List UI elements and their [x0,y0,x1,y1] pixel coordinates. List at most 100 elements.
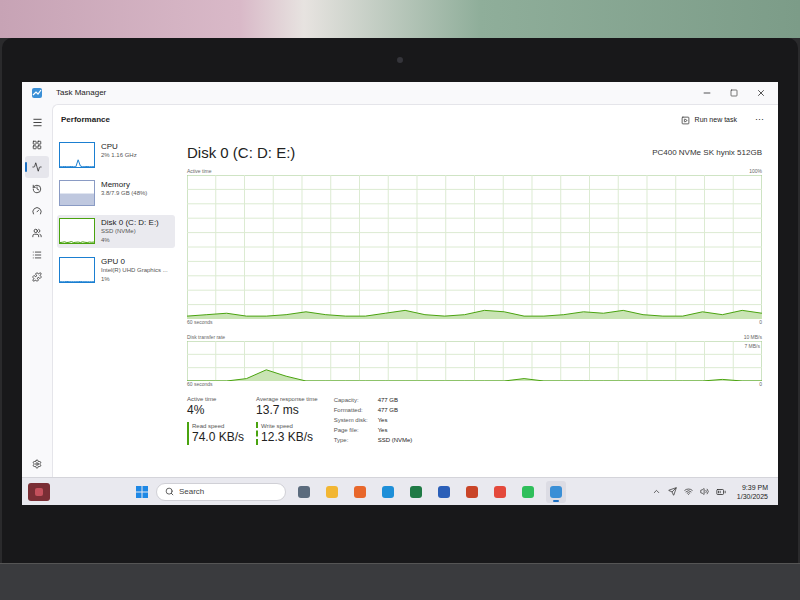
task-manager-icon [32,88,42,98]
transfer-rate-chart [187,341,762,381]
taskbar-app[interactable] [518,481,538,503]
widgets-button[interactable] [28,483,50,501]
stats-area: Active time4% Average response time13.7 m… [187,395,762,445]
nav-item[interactable] [25,244,49,266]
nav-item[interactable] [25,200,49,222]
stat-label: Active time [187,395,244,403]
app-icon [466,486,478,498]
taskbar-app[interactable] [294,481,314,503]
active-indicator [553,500,559,502]
nav-icon[interactable] [32,272,42,282]
title-bar: Task Manager [22,82,778,104]
stat-value: 13.7 ms [256,403,318,418]
nav-icon[interactable] [32,206,42,216]
app-icon [354,486,366,498]
more-button[interactable]: ··· [753,113,766,127]
taskbar-app[interactable] [434,481,454,503]
system-tray: 9:39 PM1/30/2025 [652,483,772,501]
fabric-background [0,0,800,38]
nav-icon[interactable] [32,140,42,150]
taskbar-app[interactable] [462,481,482,503]
close-icon[interactable] [756,88,766,98]
battery-icon[interactable] [716,487,726,497]
stat: Active time4% [187,395,244,419]
disk-title: Disk 0 (C: D: E:) [187,142,295,165]
speaker-icon[interactable] [700,487,709,496]
search-placeholder: Search [179,486,204,498]
app-icon [494,486,506,498]
stat-value: 74.0 KB/s [192,430,244,445]
top-bezel [22,38,778,82]
hamburger-icon[interactable] [32,117,43,128]
minimize-icon[interactable] [702,88,712,98]
property-value: 477 GB [378,405,413,415]
nav-icon[interactable] [32,228,42,238]
taskbar: Search 9:39 PM1/30/2025 [22,477,778,505]
nav-item[interactable] [25,178,49,200]
search-icon [165,487,174,496]
resource-value: 1% [101,275,168,284]
taskbar-app[interactable] [350,481,370,503]
stat-label: Average response time [256,395,318,403]
resource-thumbnail [59,257,95,283]
stats-grid: Active time4% Average response time13.7 m… [187,395,318,445]
property-label: Capacity: [334,395,368,405]
stat-label: Read speed [192,422,244,430]
time: 9:39 PM [742,483,768,492]
clock[interactable]: 9:39 PM1/30/2025 [737,483,768,501]
taskbar-app[interactable] [406,481,426,503]
resource-detail: Intel(R) UHD Graphics ... [101,266,168,275]
nav-item[interactable] [25,156,49,178]
nav-item[interactable] [25,222,49,244]
property-value: Yes [378,425,413,435]
maximize-icon[interactable] [730,89,738,97]
widget-icon [35,488,43,496]
resource-item[interactable]: Memory3.8/7.9 GB (48%) [57,177,175,209]
stat-value: 4% [187,403,244,418]
taskbar-app[interactable] [490,481,510,503]
keyboard-deck [0,563,800,600]
active-time-chart [187,175,762,319]
stat: Read speed74.0 KB/s [187,422,244,446]
property-label: Formatted: [334,405,368,415]
screen: Task ManagerPerformanceRun new task···CP… [22,82,778,505]
taskbar-app[interactable] [546,481,566,503]
chart-max: 10 MB/s [744,334,762,341]
stat: Average response time13.7 ms [256,395,318,419]
webcam [397,57,403,63]
gear-icon[interactable] [32,459,42,469]
chart-label: Active time [187,168,211,175]
resource-item[interactable]: GPU 0Intel(R) UHD Graphics ...1% [57,254,175,287]
chevron-up-icon[interactable] [652,487,661,496]
taskbar-app[interactable] [322,481,342,503]
disk-title-row: Disk 0 (C: D: E:) PC400 NVMe SK hynix 512… [187,141,762,165]
app-icon [438,486,450,498]
send-icon[interactable] [668,487,677,496]
wifi-icon[interactable] [684,487,693,496]
axis-label: 60 seconds [187,319,213,326]
nav-icon[interactable] [32,184,42,194]
selection-bar [25,162,27,172]
nav-icon[interactable] [32,162,42,172]
app-icon [382,486,394,498]
nav-icon[interactable] [32,250,42,260]
taskbar-app[interactable] [378,481,398,503]
task-manager-window: Task ManagerPerformanceRun new task···CP… [22,82,778,477]
settings-button[interactable] [32,451,42,477]
resource-item[interactable]: CPU2% 1.16 GHz [57,139,175,171]
run-new-task-button[interactable]: Run new task [677,113,741,128]
stat-label: Write speed [261,422,318,430]
resource-item[interactable]: Disk 0 (C: D: E:)SSD (NVMe)4% [57,215,175,248]
windows-logo-icon[interactable] [136,486,148,498]
photo: Task ManagerPerformanceRun new task···CP… [0,0,800,600]
nav-item[interactable] [25,134,49,156]
property-label: Type: [334,435,368,445]
app-icon [326,486,338,498]
menu-button[interactable] [32,110,43,134]
nav-item[interactable] [25,266,49,288]
resource-name: Disk 0 (C: D: E:) [101,218,159,227]
disk-model: PC400 NVMe SK hynix 512GB [652,147,762,159]
search-box[interactable]: Search [156,483,286,501]
disk-detail: Disk 0 (C: D: E:) PC400 NVMe SK hynix 512… [179,135,778,477]
resource-name: GPU 0 [101,257,168,266]
